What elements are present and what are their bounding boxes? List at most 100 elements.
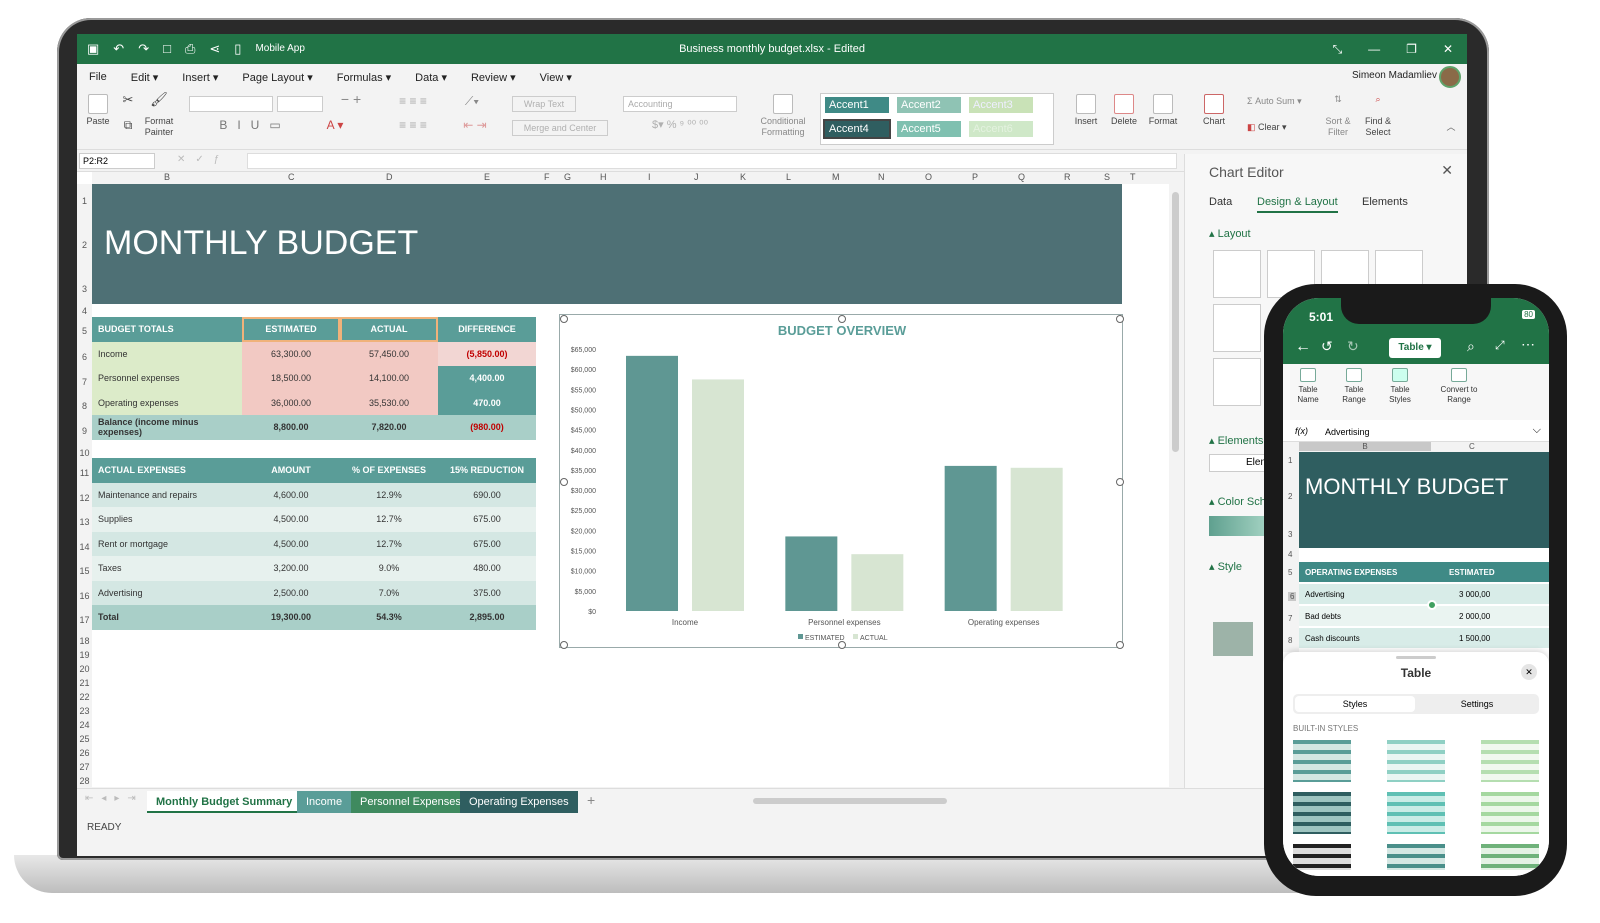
table-style-option[interactable]: [1387, 740, 1445, 782]
format-cells-button[interactable]: Format: [1147, 94, 1179, 127]
auto-sum-button[interactable]: Σ Auto Sum ▾: [1247, 96, 1317, 107]
name-box[interactable]: P2:R2: [79, 153, 155, 169]
chart-button[interactable]: Chart: [1199, 94, 1229, 127]
style-option[interactable]: [1213, 664, 1253, 698]
indent-icons[interactable]: ⇤ ⇥: [457, 119, 493, 131]
menu-data[interactable]: Data ▾: [403, 71, 459, 84]
avatar[interactable]: [1439, 66, 1461, 88]
layout-option[interactable]: [1213, 304, 1261, 352]
header-actual[interactable]: ACTUAL: [340, 317, 438, 342]
table-style-option[interactable]: [1293, 792, 1351, 834]
close-icon[interactable]: ✕: [1521, 664, 1537, 680]
table-row[interactable]: Bad debts 2 000,00: [1299, 606, 1549, 626]
selection-handle[interactable]: [1427, 600, 1437, 610]
style-accent6[interactable]: Accent6: [969, 121, 1033, 137]
convert-range-button[interactable]: Convert to Range: [1433, 368, 1485, 405]
header-difference[interactable]: DIFFERENCE: [438, 317, 536, 342]
tab-nav-icons[interactable]: ⇤◂▸⇥: [85, 793, 144, 804]
segment-settings[interactable]: Settings: [1417, 696, 1537, 712]
minimize-button[interactable]: —: [1368, 34, 1380, 64]
table-range-button[interactable]: Table Range: [1339, 368, 1369, 405]
formula-icons[interactable]: ✕✓ƒ: [177, 154, 229, 165]
actual-expenses-table[interactable]: ACTUAL EXPENSES AMOUNT % OF EXPENSES 15%…: [92, 458, 536, 630]
collapse-ribbon-icon[interactable]: ︿: [1445, 122, 1457, 133]
delete-cells-button[interactable]: Delete: [1109, 94, 1139, 127]
header-budget-totals[interactable]: BUDGET TOTALS: [92, 317, 242, 342]
redo-icon[interactable]: ↻: [1347, 338, 1359, 355]
find-select-button[interactable]: ⌕ Find & Select: [1361, 94, 1395, 138]
table-style-option[interactable]: [1293, 740, 1351, 782]
menu-view[interactable]: View ▾: [528, 71, 584, 84]
close-icon[interactable]: ✕: [1441, 162, 1453, 179]
formula-input[interactable]: [247, 153, 1177, 169]
merge-center-button[interactable]: Merge and Center: [512, 120, 608, 136]
style-accent2[interactable]: Accent2: [897, 97, 961, 113]
clear-button[interactable]: ◧ Clear ▾: [1247, 122, 1307, 133]
back-icon[interactable]: ←: [1295, 338, 1311, 356]
table-row[interactable]: Advertising 3 000,00: [1299, 584, 1549, 604]
paste-button[interactable]: Paste: [83, 94, 113, 127]
font-style-group[interactable]: BIU▭: [195, 119, 315, 131]
scroll-thumb[interactable]: [1172, 192, 1179, 452]
font-size-stepper[interactable]: − +: [331, 92, 371, 106]
section-style[interactable]: ▴ Style: [1209, 560, 1242, 573]
orientation-icon[interactable]: ⟋▾: [457, 95, 487, 107]
menu-formulas[interactable]: Formulas ▾: [325, 71, 403, 84]
number-format-icons[interactable]: $▾ % ⁹ ⁰⁰ ⁰⁰: [625, 120, 735, 131]
sheet-grabber[interactable]: [1396, 656, 1436, 659]
style-accent3[interactable]: Accent3: [969, 97, 1033, 113]
tab-monthly-budget-summary[interactable]: Monthly Budget Summary: [147, 791, 302, 813]
wrap-text-button[interactable]: Wrap Text: [512, 96, 576, 112]
menu-edit[interactable]: Edit ▾: [119, 71, 171, 84]
number-format-select[interactable]: Accounting: [623, 96, 737, 112]
search-icon[interactable]: ⌕: [1467, 338, 1475, 355]
table-style-option[interactable]: [1481, 792, 1539, 834]
chevron-down-icon[interactable]: ⌵: [1533, 424, 1541, 437]
close-button[interactable]: ✕: [1443, 34, 1453, 64]
menu-page-layout[interactable]: Page Layout ▾: [230, 71, 324, 84]
fullscreen-icon[interactable]: ⤡: [1333, 34, 1343, 64]
segment-styles[interactable]: Styles: [1295, 696, 1415, 712]
table-style-option[interactable]: [1387, 792, 1445, 834]
font-color-icon[interactable]: A ▾: [305, 119, 365, 131]
vertical-scrollbar[interactable]: [1169, 172, 1182, 787]
phone-table-header[interactable]: OPERATING EXPENSES ESTIMATED: [1299, 562, 1549, 582]
menu-review[interactable]: Review ▾: [459, 71, 528, 84]
section-elements[interactable]: ▴ Elements: [1209, 434, 1263, 447]
table-style-option[interactable]: [1293, 844, 1351, 870]
budget-overview-chart[interactable]: BUDGET OVERVIEW $0 $5,000 $10,000 $15,000 $20…: [559, 314, 1124, 649]
add-sheet-icon[interactable]: +: [587, 792, 595, 808]
cut-icon[interactable]: ✂: [121, 93, 135, 106]
font-size-select[interactable]: [277, 96, 323, 112]
section-layout[interactable]: ▴ Layout: [1209, 227, 1251, 240]
menu-insert[interactable]: Insert ▾: [170, 71, 230, 84]
tab-operating-expenses[interactable]: Operating Expenses: [460, 791, 578, 813]
spreadsheet-grid[interactable]: B C D E F G H I J K L M N O P Q R S T 1 …: [77, 172, 1182, 787]
menu-file[interactable]: File: [77, 71, 119, 83]
font-family-select[interactable]: [189, 96, 273, 112]
phone-grid[interactable]: B C 1 2 3 4 5 6 7 8 MONTHLY BUDGET OPERA…: [1283, 442, 1549, 652]
copy-icon[interactable]: ⧉: [121, 119, 135, 131]
tab-income[interactable]: Income: [297, 791, 352, 813]
table-style-option[interactable]: [1481, 844, 1539, 870]
tab-elements[interactable]: Elements: [1362, 196, 1408, 208]
insert-cells-button[interactable]: Insert: [1071, 94, 1101, 127]
alignment-icons-row2[interactable]: ≡ ≡ ≡: [383, 119, 443, 131]
table-styles-button[interactable]: Table Styles: [1385, 368, 1415, 405]
tab-personnel-expenses[interactable]: Personnel Expenses: [351, 791, 470, 813]
undo-icon[interactable]: ↺: [1321, 338, 1333, 355]
alignment-icons[interactable]: ≡ ≡ ≡: [383, 95, 443, 107]
h-scroll-thumb[interactable]: [753, 798, 947, 804]
style-accent1[interactable]: Accent1: [825, 97, 889, 113]
table-style-option[interactable]: [1481, 740, 1539, 782]
style-accent4[interactable]: Accent4: [823, 119, 891, 139]
table-row[interactable]: Cash discounts 1 500,00: [1299, 628, 1549, 648]
layout-option[interactable]: [1213, 250, 1261, 298]
more-icon[interactable]: ⋯: [1521, 336, 1535, 353]
table-style-option[interactable]: [1387, 844, 1445, 870]
conditional-formatting-button[interactable]: Conditional Formatting: [755, 94, 811, 138]
style-accent5[interactable]: Accent5: [897, 121, 961, 137]
tab-data[interactable]: Data: [1209, 196, 1232, 208]
header-estimated[interactable]: ESTIMATED: [242, 317, 340, 342]
maximize-button[interactable]: ❐: [1406, 34, 1417, 64]
